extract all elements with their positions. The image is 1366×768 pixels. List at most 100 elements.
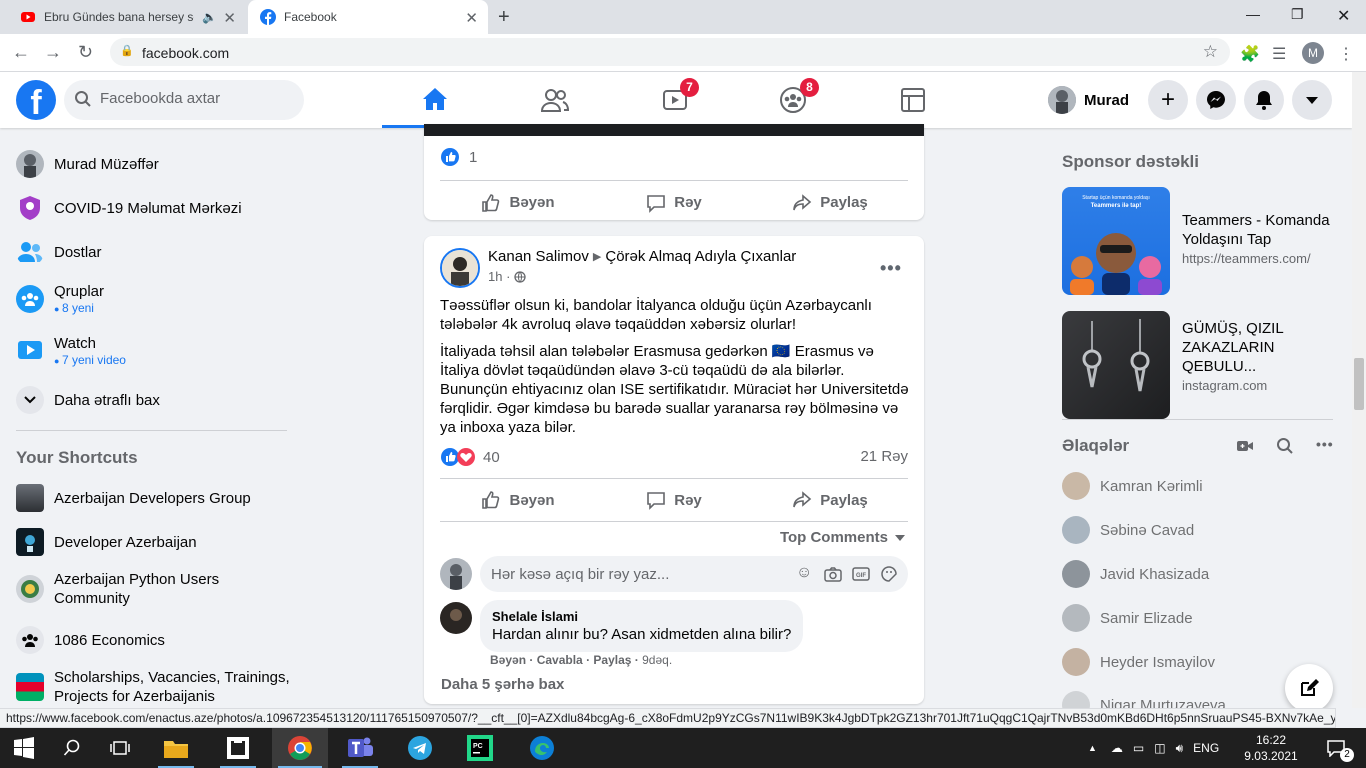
tab-facebook[interactable]: Facebook ✕ [248, 0, 488, 34]
clock[interactable]: 16:22 9.03.2021 [1244, 732, 1298, 764]
forward-icon[interactable]: → [44, 42, 62, 63]
commenter-avatar[interactable] [440, 602, 472, 634]
group-name[interactable]: Çörək Almaq Adıyla Çıxanlar [605, 248, 796, 265]
gif-icon[interactable]: GIF [852, 566, 870, 582]
contact-item[interactable]: Kamran Kərimli [1062, 464, 1203, 508]
comment-author[interactable]: Shelale İslami [492, 609, 791, 625]
search-icon[interactable] [1276, 437, 1294, 455]
reload-icon[interactable]: ↻ [78, 42, 93, 63]
reaction-summary[interactable]: 1 [441, 148, 477, 166]
sort-comments-dropdown[interactable]: Top Comments [780, 529, 906, 546]
task-view-button[interactable] [96, 728, 144, 768]
reading-list-icon[interactable]: ☰ [1272, 44, 1286, 64]
account-menu-button[interactable] [1292, 80, 1332, 120]
close-tab-icon[interactable]: ✕ [223, 9, 236, 27]
camera-icon[interactable] [824, 566, 842, 582]
nav-groups[interactable]: 8 [740, 72, 846, 128]
comment-button[interactable]: Rəy [596, 181, 752, 224]
url-bar[interactable]: 🔒 facebook.com ☆ [110, 38, 1230, 66]
share-button[interactable]: Paylaş [752, 479, 908, 521]
contact-item[interactable]: Nigar Murtuzayeva [1062, 684, 1226, 708]
shortcut-item[interactable]: 1086 Economics [16, 620, 296, 660]
contact-item[interactable]: Javid Khasizada [1062, 552, 1209, 596]
extensions-icon[interactable]: 🧩 [1240, 44, 1260, 64]
contact-item[interactable]: Heyder Ismayilov [1062, 640, 1215, 684]
new-tab-button[interactable]: + [498, 6, 510, 29]
sticker-icon[interactable] [880, 565, 898, 583]
close-tab-icon[interactable]: ✕ [465, 9, 478, 27]
chevron-up-icon[interactable]: ▲ [1088, 743, 1097, 753]
sidebar-item-covid[interactable]: COVID-19 Məlumat Mərkəzi [16, 188, 296, 228]
battery-icon[interactable]: ▭ [1133, 741, 1144, 755]
contact-item[interactable]: Samir Elizade [1062, 596, 1193, 640]
post-time[interactable]: 1h · [488, 269, 510, 284]
start-button[interactable] [0, 728, 48, 768]
restore-icon[interactable]: ❐ [1291, 6, 1304, 23]
new-message-button[interactable] [1285, 664, 1333, 712]
back-icon[interactable]: ← [12, 42, 30, 63]
author-name[interactable]: Kanan Salimov [488, 248, 589, 265]
browser-profile-avatar[interactable]: M [1302, 42, 1324, 64]
nav-gaming[interactable] [860, 72, 966, 128]
sponsored-ad[interactable]: GÜMÜŞ, QIZIL ZAKAZLARIN QEBULU... instag… [1062, 311, 1342, 419]
contact-item[interactable]: Səbinə Cavad [1062, 508, 1194, 552]
comment-button[interactable]: Rəy [596, 479, 752, 521]
nav-home[interactable] [382, 72, 488, 128]
taskbar-pycharm[interactable]: PC [456, 728, 504, 768]
share-button[interactable]: Paylaş [752, 181, 908, 224]
taskbar-teams[interactable] [336, 728, 384, 768]
post-media[interactable] [424, 124, 924, 136]
nav-friends[interactable] [502, 72, 608, 128]
reaction-summary[interactable]: 40 [441, 448, 500, 466]
like-button[interactable]: Bəyən [440, 479, 596, 521]
sidebar-item-friends[interactable]: Dostlar [16, 232, 296, 272]
facebook-logo[interactable]: f [16, 80, 56, 120]
notification-center-button[interactable]: 2 [1312, 728, 1360, 768]
sidebar-item-profile[interactable]: Murad Müzəffər [16, 144, 296, 184]
notifications-button[interactable] [1244, 80, 1284, 120]
taskbar-telegram[interactable] [396, 728, 444, 768]
search-input[interactable] [100, 90, 290, 107]
shortcut-item[interactable]: Scholarships, Vacancies, Trainings, Proj… [16, 666, 296, 708]
bookmark-star-icon[interactable]: ☆ [1203, 42, 1218, 62]
comment-input[interactable]: Hər kəsə açıq bir rəy yaz... ☺ GIF [480, 556, 908, 592]
profile-chip[interactable]: Murad [1048, 84, 1129, 116]
language-indicator[interactable]: ENG [1193, 741, 1219, 755]
taskbar-app[interactable] [214, 728, 262, 768]
tab-youtube[interactable]: Ebru Gündes bana hersey senin ile 🔈 ✕ [8, 0, 246, 34]
author-avatar[interactable] [440, 248, 480, 288]
volume-icon[interactable]: 🔊︎ [1176, 741, 1184, 756]
sponsored-ad[interactable]: Startap üçün komanda yoldaşı Teammers ilə… [1062, 187, 1342, 295]
sidebar-see-more[interactable]: Daha ətraflı bax [16, 380, 296, 420]
minimize-icon[interactable]: — [1246, 6, 1260, 22]
video-call-icon[interactable] [1236, 438, 1254, 454]
create-button[interactable]: + [1148, 80, 1188, 120]
search-button[interactable] [48, 728, 96, 768]
avatar[interactable] [440, 558, 472, 590]
search-box[interactable] [64, 80, 304, 120]
taskbar-chrome[interactable] [272, 728, 328, 768]
more-options-icon[interactable]: ••• [880, 258, 902, 279]
comment-share-link[interactable]: Paylaş [593, 653, 631, 667]
comment-like-link[interactable]: Bəyən [490, 653, 526, 667]
like-button[interactable]: Bəyən [440, 181, 596, 224]
taskbar-file-explorer[interactable] [152, 728, 200, 768]
comments-count[interactable]: 21 Rəy [860, 448, 908, 465]
comment-time[interactable]: 9dəq. [642, 653, 672, 667]
cloud-icon[interactable]: ☁ [1111, 741, 1123, 755]
sidebar-item-groups[interactable]: Qruplar 8 yeni [16, 276, 296, 322]
shortcut-item[interactable]: Azerbaijan Developers Group [16, 478, 296, 518]
close-window-icon[interactable]: ✕ [1337, 6, 1350, 26]
browser-menu-icon[interactable]: ⋮ [1338, 44, 1354, 64]
network-icon[interactable]: ◫ [1154, 741, 1165, 755]
comment-reply-link[interactable]: Cavabla [537, 653, 583, 667]
scrollbar-thumb[interactable] [1354, 358, 1364, 410]
messenger-button[interactable] [1196, 80, 1236, 120]
emoji-icon[interactable]: ☺ [796, 564, 812, 582]
speaker-icon[interactable]: 🔈 [202, 10, 217, 24]
lock-icon[interactable]: 🔒 [120, 44, 134, 57]
taskbar-edge[interactable] [518, 728, 566, 768]
sidebar-item-watch[interactable]: Watch 7 yeni video [16, 328, 296, 374]
view-more-comments-link[interactable]: Daha 5 şərhə bax [441, 676, 564, 693]
more-options-icon[interactable]: ••• [1316, 436, 1334, 452]
